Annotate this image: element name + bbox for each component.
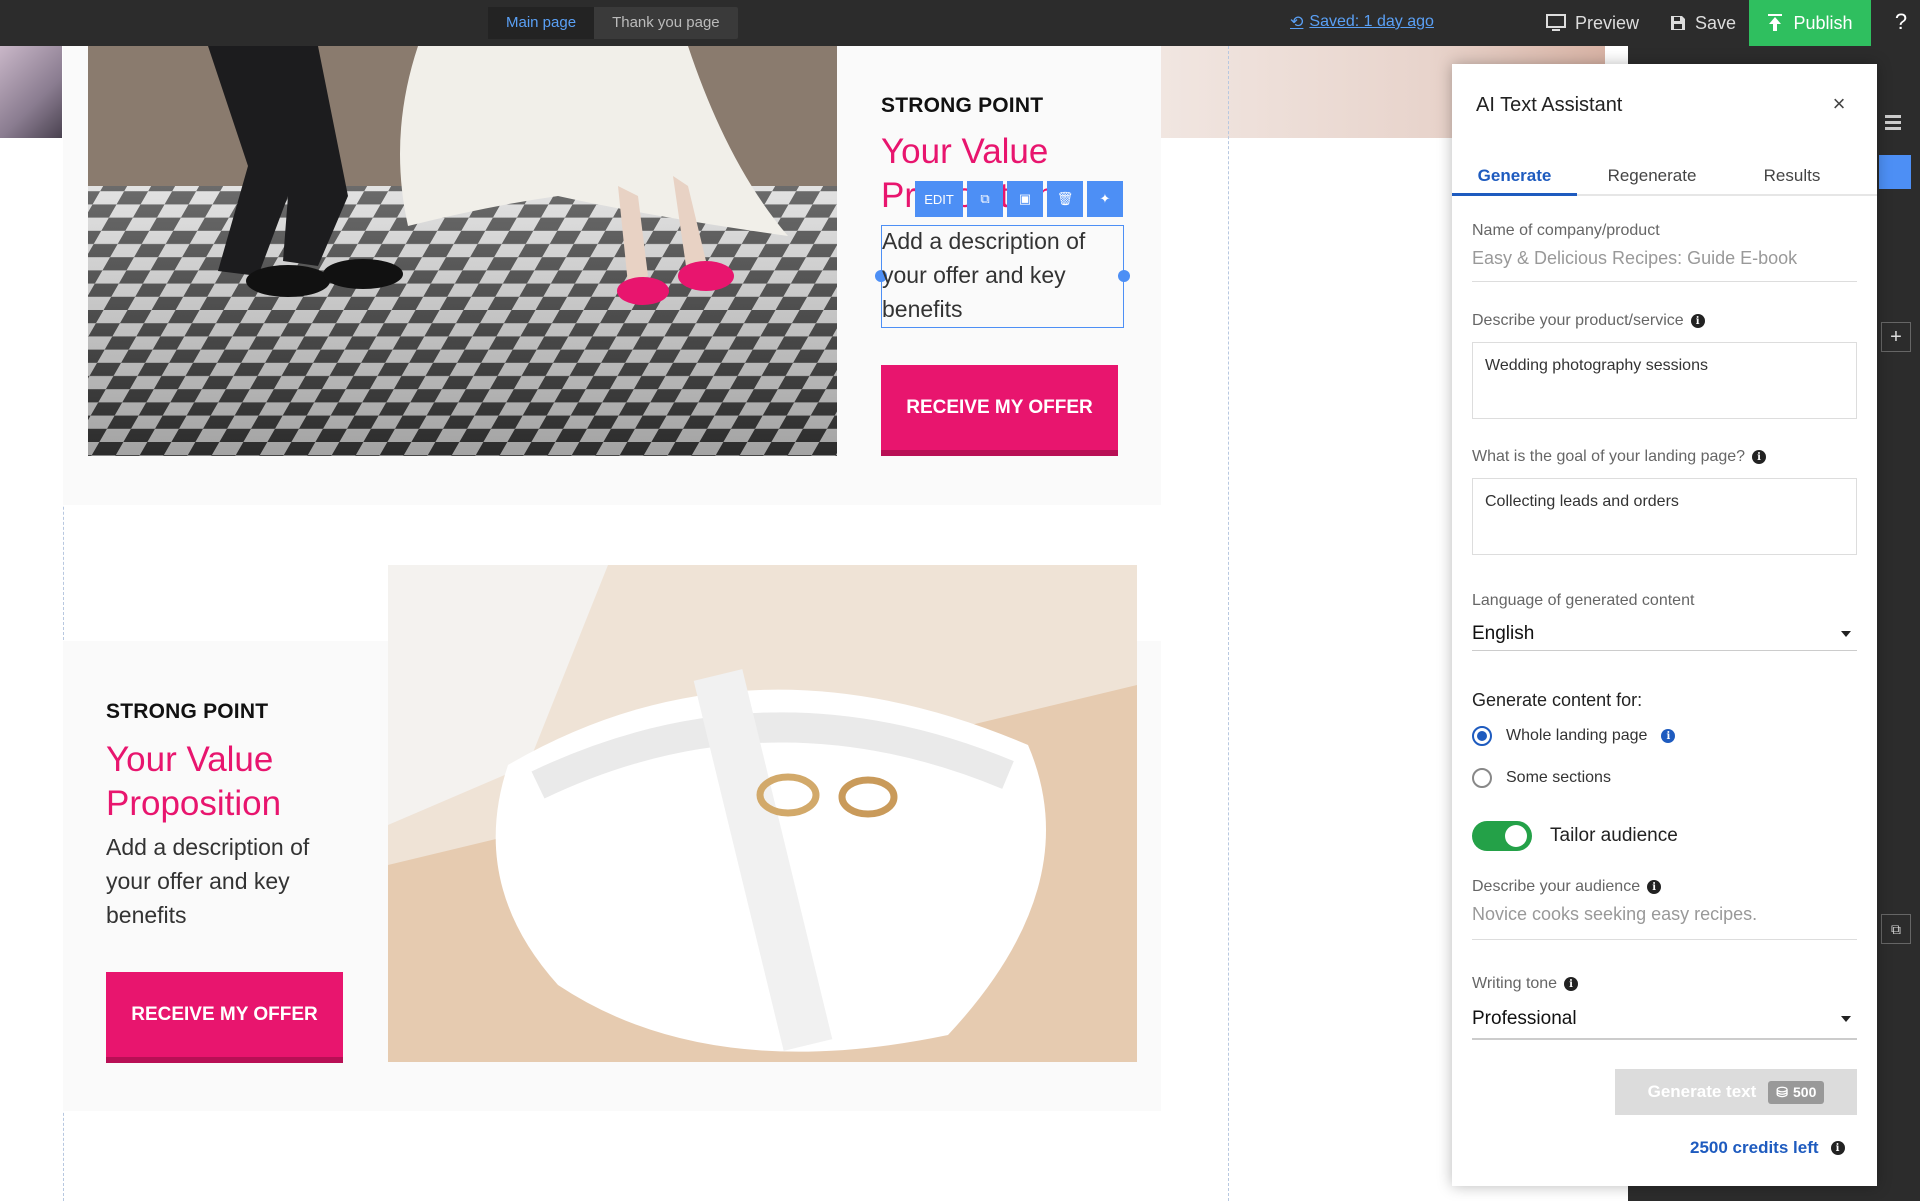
panel-title: AI Text Assistant — [1476, 94, 1623, 116]
panel-tabs: Generate Regenerate Results — [1452, 154, 1877, 196]
info-icon[interactable]: i — [1690, 314, 1705, 328]
section-2-cta-button[interactable]: RECEIVE MY OFFER — [106, 972, 343, 1063]
section-2-description[interactable]: Add a description of your offer and key … — [106, 830, 344, 932]
monitor-icon — [1546, 14, 1566, 31]
goal-label: What is the goal of your landing page? i — [1472, 448, 1767, 466]
info-icon[interactable]: i — [1752, 450, 1767, 464]
right-tool-rail — [1877, 46, 1920, 1201]
generate-text-label: Generate text — [1647, 1082, 1757, 1101]
page-switcher: Main page Thank you page — [488, 7, 738, 39]
credits-left: 2500 credits left i — [1690, 1138, 1845, 1158]
credits-left-text: 2500 credits left — [1690, 1138, 1819, 1157]
tailor-audience-label: Tailor audience — [1550, 825, 1678, 847]
section-2-title-line1[interactable]: Your Value — [106, 738, 273, 782]
layers-icon[interactable] — [1883, 112, 1909, 138]
tab-regenerate[interactable]: Regenerate — [1577, 154, 1727, 196]
close-icon[interactable]: × — [1825, 90, 1853, 118]
coins-icon: ⛁ — [1776, 1083, 1789, 1100]
trash-icon[interactable]: 🗑 — [1047, 181, 1083, 217]
history-icon: ⟲ — [1290, 14, 1304, 31]
tone-label: Writing tone i — [1472, 975, 1579, 993]
product-label: Describe your product/service i — [1472, 312, 1705, 330]
preview-button[interactable]: Preview — [1546, 0, 1639, 46]
info-icon[interactable]: i — [1661, 729, 1676, 743]
radio-selected[interactable] — [1472, 726, 1492, 746]
layout-guide-right — [1228, 46, 1229, 1201]
tailor-audience-toggle[interactable] — [1472, 821, 1532, 851]
info-icon[interactable]: i — [1564, 977, 1579, 991]
publish-label: Publish — [1793, 12, 1853, 33]
background-photo-left — [0, 46, 62, 138]
company-placeholder: Easy & Delicious Recipes: Guide E-book — [1472, 248, 1798, 268]
duplicate-icon[interactable]: ⧉ — [967, 181, 1003, 217]
option-some-sections[interactable]: Some sections — [1472, 768, 1611, 788]
product-value: Wedding photography sessions — [1485, 357, 1708, 374]
save-button[interactable]: Save — [1670, 0, 1736, 46]
goal-value: Collecting leads and orders — [1485, 493, 1679, 510]
language-value: English — [1472, 622, 1535, 644]
language-label-text: Language of generated content — [1472, 592, 1695, 609]
tone-label-text: Writing tone — [1472, 975, 1558, 992]
tab-results[interactable]: Results — [1727, 154, 1857, 196]
audience-placeholder: Novice cooks seeking easy recipes. — [1472, 904, 1758, 924]
audience-input[interactable]: Novice cooks seeking easy recipes. — [1472, 904, 1857, 940]
company-label: Name of company/product — [1472, 222, 1660, 240]
option-whole-label: Whole landing page — [1506, 727, 1648, 744]
section-1-kicker: STRONG POINT — [881, 94, 1044, 117]
edit-button[interactable]: EDIT — [915, 181, 963, 217]
tab-main-page[interactable]: Main page — [488, 7, 595, 39]
element-toolbar: EDIT ⧉ ▣ 🗑 ✦ — [915, 181, 1123, 217]
ring-pillow-illustration — [388, 565, 1137, 1062]
audience-label: Describe your audience i — [1472, 878, 1662, 896]
wedding-shoes-image[interactable] — [88, 46, 837, 456]
audience-label-text: Describe your audience — [1472, 878, 1641, 895]
tab-thank-you-page[interactable]: Thank you page — [594, 7, 738, 39]
info-icon[interactable]: i — [1830, 1141, 1845, 1155]
ai-magic-icon[interactable]: ✦ — [1087, 181, 1123, 217]
saved-status-link[interactable]: ⟲ Saved: 1 day ago — [1290, 12, 1434, 32]
credit-cost: 500 — [1793, 1084, 1817, 1100]
editor-topbar: Main page Thank you page ⟲ Saved: 1 day … — [0, 0, 1920, 46]
chevron-down-icon — [1841, 630, 1851, 637]
option-some-label: Some sections — [1506, 769, 1611, 786]
language-label: Language of generated content — [1472, 592, 1694, 610]
publish-button[interactable]: Publish — [1749, 0, 1871, 46]
language-select[interactable]: English — [1472, 617, 1857, 651]
saved-status-text: Saved: 1 day ago — [1309, 13, 1434, 30]
tab-generate[interactable]: Generate — [1452, 154, 1577, 196]
upload-icon — [1768, 14, 1783, 31]
wedding-shoes-illustration — [88, 46, 837, 456]
rail-active-indicator — [1879, 155, 1911, 189]
save-label: Save — [1695, 13, 1737, 33]
chevron-down-icon — [1841, 1016, 1851, 1022]
radio-unselected[interactable] — [1472, 768, 1492, 788]
copy-style-icon[interactable]: ▣ — [1007, 181, 1043, 217]
help-button[interactable]: ? — [1882, 0, 1920, 46]
goal-textarea[interactable]: Collecting leads and orders — [1472, 478, 1857, 555]
section-1-description[interactable]: Add a description of your offer and key … — [882, 224, 1120, 326]
add-section-icon[interactable]: + — [1881, 322, 1911, 352]
tone-value: Professional — [1472, 1008, 1577, 1029]
product-textarea[interactable]: Wedding photography sessions — [1472, 342, 1857, 419]
credit-cost-badge: ⛁ 500 — [1768, 1080, 1825, 1104]
generate-text-button[interactable]: Generate text ⛁ 500 — [1615, 1069, 1857, 1115]
option-whole-landing-page[interactable]: Whole landing page i — [1472, 726, 1676, 746]
section-2-kicker: STRONG POINT — [106, 700, 269, 723]
company-input[interactable]: Easy & Delicious Recipes: Guide E-book — [1472, 248, 1857, 282]
info-icon[interactable]: i — [1647, 880, 1662, 894]
company-label-text: Name of company/product — [1472, 222, 1660, 239]
copy-icon[interactable]: ⧉ — [1881, 914, 1911, 944]
section-2-title-line2[interactable]: Proposition — [106, 782, 281, 826]
generate-for-text: Generate content for: — [1472, 690, 1643, 710]
ring-pillow-image[interactable] — [388, 565, 1137, 1062]
product-label-text: Describe your product/service — [1472, 312, 1684, 329]
preview-label: Preview — [1575, 13, 1640, 33]
tone-select[interactable]: Professional — [1472, 1000, 1857, 1040]
floppy-disk-icon — [1671, 16, 1685, 30]
ai-text-assistant-panel: AI Text Assistant × Generate Regenerate … — [1452, 64, 1877, 1186]
tailor-label-text: Tailor audience — [1550, 825, 1678, 846]
section-1-cta-button[interactable]: RECEIVE MY OFFER — [881, 365, 1118, 456]
goal-label-text: What is the goal of your landing page? — [1472, 448, 1746, 465]
generate-for-label: Generate content for: — [1472, 690, 1642, 711]
